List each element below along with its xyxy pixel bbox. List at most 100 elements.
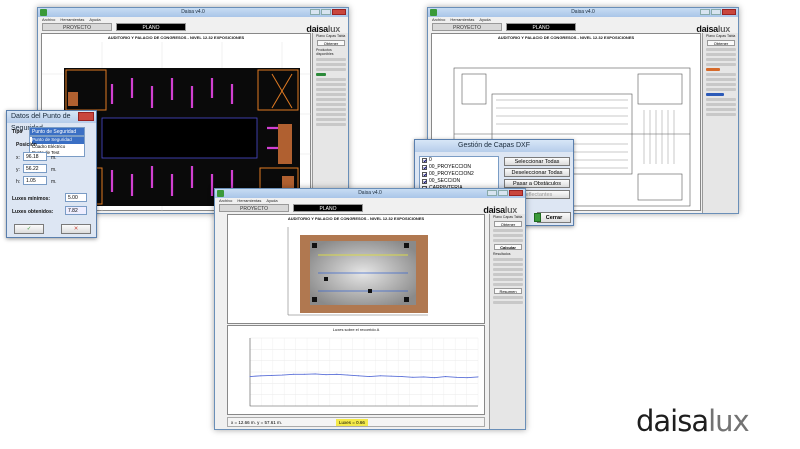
lux-data-point [249, 376, 251, 378]
lux-data-point [347, 374, 349, 376]
checkbox-icon[interactable] [422, 165, 427, 170]
lux-data-point [477, 376, 479, 378]
layer-label: 0 [429, 157, 432, 163]
lux-data-point [444, 376, 446, 378]
posicion-label: Posición [16, 142, 37, 148]
window-title: Daisa v4.0 [571, 9, 595, 15]
close-button[interactable] [722, 9, 736, 15]
h-unit: m. [51, 179, 57, 185]
layer-label: 00_PROYECCION [429, 164, 471, 170]
cursor-position-readout: x = 12.66 m. y = 57.61 m. [231, 420, 283, 425]
obtener-button[interactable]: Obtener [707, 40, 735, 46]
dialog-close-button[interactable] [78, 112, 94, 121]
tab-plano[interactable]: PLANO [116, 23, 186, 31]
window-titlebar: Daisa v4.0 [428, 8, 738, 17]
layer-item[interactable]: 00_SECCION [420, 178, 498, 185]
close-dialog-label: Cerrar [545, 215, 563, 221]
obtener-button[interactable]: Obtener [494, 221, 522, 227]
h-label: h: [16, 179, 21, 185]
deselect-all-button[interactable]: Deseleccionar Todas [504, 168, 570, 177]
productos-label: Productos disponibles [316, 48, 334, 56]
lux-data-point [271, 374, 273, 376]
side-panel: Plano Capas Tabla Obtener Calcular Resul… [489, 214, 525, 429]
view-tabs: PROYECTO PLANO [432, 23, 738, 31]
layer-item[interactable]: 00_PROYECCION [420, 164, 498, 171]
obtener-button[interactable]: Obtener [317, 40, 345, 46]
logo-light: lux [708, 404, 750, 438]
lux-readout: Luxes = 0.66 [336, 419, 368, 426]
tab-proyecto[interactable]: PROYECTO [219, 204, 289, 212]
window-titlebar: Daisa v4.0 [38, 8, 348, 17]
to-obstacles-button[interactable]: Pasar a Obstáculos [504, 179, 570, 188]
tab-proyecto[interactable]: PROYECTO [42, 23, 112, 31]
view-tabs: PROYECTO PLANO [42, 23, 348, 31]
lux-data-point [412, 376, 414, 378]
logo-dark: daisa [636, 404, 709, 438]
lux-data-point [260, 375, 262, 377]
lux-line-chart [249, 337, 479, 407]
lux-data-point [282, 374, 284, 376]
layer-label: 00_PROYECCION2 [429, 171, 474, 177]
window-title: Daisa v4.0 [358, 190, 382, 196]
layer-label: 00_SECCION [429, 178, 461, 184]
y-unit: m. [51, 167, 57, 173]
lux-obt-value: 7.82 [65, 206, 87, 215]
isolux-plan [287, 227, 428, 316]
calcular-button[interactable]: Calcular [494, 244, 522, 250]
app-window-results: Daisa v4.0 Archivo Herramientas Ayuda PR… [214, 188, 526, 430]
lux-min-input[interactable]: 5.00 [65, 193, 87, 202]
tab-proyecto[interactable]: PROYECTO [432, 23, 502, 31]
lux-min-label: Luxes mínimos: [12, 196, 51, 202]
x-unit: m. [51, 155, 57, 161]
maximize-button[interactable] [321, 9, 331, 15]
dialog-punto-seguridad: Datos del Punto de Seguridad Tipo Punto … [6, 110, 97, 238]
lux-data-point [455, 376, 457, 378]
dialog-title: Gestión de Capas DXF [415, 140, 573, 152]
lux-data-point [336, 373, 338, 375]
lux-data-point [390, 375, 392, 377]
y-input[interactable]: 56.22 [23, 164, 47, 173]
drawing-canvas[interactable]: AUDITORIO Y PALACIO DE CONGRESOS - NIVEL… [227, 214, 485, 324]
dialog-title-text: Gestión de Capas DXF [458, 142, 530, 149]
dialog-title: Datos del Punto de Seguridad [7, 111, 96, 132]
minimize-button[interactable] [487, 190, 497, 196]
minimize-button[interactable] [310, 9, 320, 15]
layer-item[interactable]: 00_PROYECCION2 [420, 171, 498, 178]
chart-panel: Luxes sobre el recorrido A [227, 325, 485, 415]
close-button[interactable] [332, 9, 346, 15]
exit-door-icon [534, 213, 541, 222]
resultados-label: Resultados [493, 252, 511, 256]
side-panel: Plano Capas Tabla Obtener Productos disp… [312, 33, 348, 213]
y-label: y: [16, 167, 20, 173]
checkbox-icon[interactable] [422, 172, 427, 177]
lux-data-point [303, 373, 305, 375]
view-tabs: PROYECTO PLANO [219, 204, 525, 212]
app-icon [430, 9, 437, 16]
tab-plano[interactable]: PLANO [506, 23, 576, 31]
lux-data-point [466, 377, 468, 379]
tab-plano[interactable]: PLANO [293, 204, 363, 212]
cancel-button[interactable]: ✕ [61, 224, 91, 234]
layer-item[interactable]: 0 [420, 157, 498, 164]
select-all-button[interactable]: Seleccionar Todas [504, 157, 570, 166]
lux-data-point [401, 376, 403, 378]
checkbox-icon[interactable] [422, 179, 427, 184]
h-input[interactable]: 1.05 [23, 176, 47, 185]
ok-button[interactable]: ✓ [14, 224, 44, 234]
window-titlebar: Daisa v4.0 [215, 189, 525, 198]
x-input[interactable]: 96.18 [23, 152, 47, 161]
close-dialog-button[interactable]: Cerrar [537, 212, 571, 223]
lux-data-point [368, 376, 370, 378]
checkbox-icon[interactable] [422, 158, 427, 163]
maximize-button[interactable] [498, 190, 508, 196]
lux-data-point [314, 373, 316, 375]
maximize-button[interactable] [711, 9, 721, 15]
lux-data-point [379, 375, 381, 377]
lux-data-point [423, 376, 425, 378]
resumen-button[interactable]: Resumen [494, 288, 522, 294]
minimize-button[interactable] [700, 9, 710, 15]
tipo-select[interactable]: Punto de Seguridad [29, 127, 85, 136]
x-label: x: [16, 155, 20, 161]
close-button[interactable] [509, 190, 523, 196]
daisalux-logo: daisalux [636, 404, 750, 438]
